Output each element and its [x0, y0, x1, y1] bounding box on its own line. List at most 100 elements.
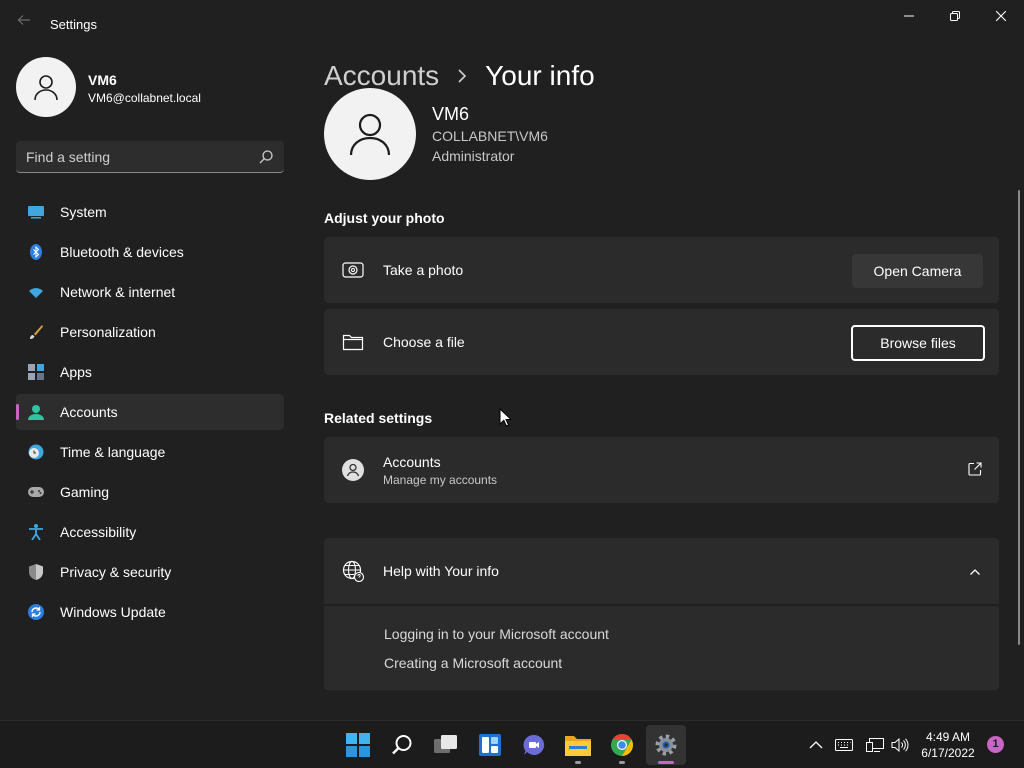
chevron-right-icon	[458, 69, 467, 83]
taskbar-clock[interactable]: 4:49 AM 6/17/2022	[916, 729, 980, 761]
browse-files-button[interactable]: Browse files	[851, 325, 985, 361]
brush-icon	[30, 325, 43, 339]
widgets-icon	[479, 734, 501, 756]
close-icon	[996, 11, 1006, 21]
choose-file-label: Choose a file	[383, 334, 465, 350]
minimize-button[interactable]	[886, 0, 932, 32]
related-accounts-link[interactable]: Accounts Manage my accounts	[324, 437, 999, 503]
volume-icon[interactable]	[890, 735, 910, 755]
update-icon	[28, 604, 44, 620]
mouse-cursor-icon	[499, 408, 511, 427]
sidebar-item-label: Bluetooth & devices	[60, 244, 184, 260]
user-domain: COLLABNET\VM6	[432, 128, 548, 144]
sidebar-item-label: Time & language	[60, 444, 166, 460]
sidebar-item-time-language[interactable]: Time & language	[16, 434, 284, 470]
sidebar-item-system[interactable]: System	[16, 194, 284, 230]
sidebar-item-bluetooth[interactable]: Bluetooth & devices	[16, 234, 284, 270]
close-button[interactable]	[978, 0, 1024, 32]
restore-icon	[950, 11, 960, 21]
sidebar-item-gaming[interactable]: Gaming	[16, 474, 284, 510]
person-circle-icon	[342, 459, 364, 481]
sidebar-item-label: Network & internet	[60, 284, 176, 300]
search-icon	[392, 735, 412, 755]
chrome-icon	[611, 734, 633, 756]
clock-date: 6/17/2022	[921, 746, 975, 760]
wifi-icon	[29, 288, 43, 298]
help-link[interactable]: Creating a Microsoft account	[384, 655, 562, 671]
sidebar-profile[interactable]: VM6 VM6@collabnet.local	[16, 57, 286, 117]
system-icon	[28, 206, 44, 219]
breadcrumb-parent[interactable]: Accounts	[324, 60, 439, 92]
start-button[interactable]	[338, 725, 378, 765]
open-camera-button[interactable]: Open Camera	[852, 254, 983, 288]
sidebar-item-network[interactable]: Network & internet	[16, 274, 284, 310]
file-explorer-button[interactable]	[558, 725, 598, 765]
sidebar-nav: System Bluetooth & devices Network & int…	[16, 194, 284, 634]
user-info-card: VM6 COLLABNET\VM6 Administrator	[324, 88, 824, 180]
search-box[interactable]	[16, 141, 284, 173]
restore-button[interactable]	[932, 0, 978, 32]
sidebar-item-label: Accessibility	[60, 524, 137, 540]
sidebar-item-windows-update[interactable]: Windows Update	[16, 594, 284, 630]
shield-icon	[29, 564, 43, 580]
help-expander-body: Logging in to your Microsoft account Cre…	[324, 606, 999, 690]
sidebar-item-accessibility[interactable]: Accessibility	[16, 514, 284, 550]
bluetooth-icon	[30, 244, 42, 260]
globe-help-icon	[342, 560, 364, 582]
file-explorer-icon	[565, 736, 591, 756]
related-accounts-sublabel: Manage my accounts	[383, 473, 498, 487]
minimize-icon	[904, 15, 914, 17]
back-arrow-icon[interactable]	[14, 13, 34, 33]
accounts-icon	[28, 405, 44, 420]
chevron-up-icon[interactable]	[969, 566, 981, 578]
settings-taskbar-button[interactable]	[646, 725, 686, 765]
app-title: Settings	[50, 17, 97, 32]
gamepad-icon	[28, 487, 44, 497]
search-input[interactable]	[26, 147, 246, 167]
sidebar-item-label: Gaming	[60, 484, 110, 500]
folder-icon	[342, 334, 364, 351]
widgets-button[interactable]	[470, 725, 510, 765]
page-title: Your info	[485, 60, 595, 91]
clock-globe-icon	[28, 444, 44, 460]
sidebar-item-label: Personalization	[60, 324, 156, 340]
chrome-button[interactable]	[602, 725, 642, 765]
help-title: Help with Your info	[383, 563, 499, 579]
notification-badge[interactable]: 1	[987, 736, 1004, 753]
clock-time: 4:49 AM	[925, 730, 971, 744]
adjust-photo-heading: Adjust your photo	[324, 210, 445, 226]
apps-icon	[28, 364, 44, 380]
sidebar-item-label: Apps	[60, 364, 92, 380]
task-view-button[interactable]	[426, 725, 466, 765]
related-settings-heading: Related settings	[324, 410, 433, 426]
search-icon[interactable]	[258, 149, 274, 165]
sidebar-item-label: System	[60, 204, 107, 220]
sidebar-item-privacy[interactable]: Privacy & security	[16, 554, 284, 590]
user-avatar-icon	[324, 88, 416, 180]
sidebar-item-label: Privacy & security	[60, 564, 172, 580]
help-expander-header[interactable]: Help with Your info	[324, 538, 999, 604]
keyboard-icon[interactable]	[834, 735, 854, 755]
external-link-icon	[968, 462, 982, 476]
profile-name: VM6	[88, 72, 117, 88]
teams-chat-icon	[523, 734, 545, 755]
windows-start-icon	[346, 733, 370, 757]
title-bar: Settings	[0, 0, 1024, 48]
choose-file-row: Choose a file Browse files	[324, 309, 999, 375]
taskbar: 4:49 AM 6/17/2022 1	[0, 720, 1024, 768]
sidebar-item-accounts[interactable]: Accounts	[16, 394, 284, 430]
sidebar-item-personalization[interactable]: Personalization	[16, 314, 284, 350]
help-link[interactable]: Logging in to your Microsoft account	[384, 626, 609, 642]
user-role: Administrator	[432, 148, 515, 164]
take-photo-row: Take a photo Open Camera	[324, 237, 999, 303]
taskbar-search-button[interactable]	[382, 725, 422, 765]
settings-gear-icon	[655, 734, 677, 756]
task-view-icon	[434, 735, 457, 753]
chevron-up-icon[interactable]	[806, 735, 826, 755]
scrollbar[interactable]	[1018, 190, 1020, 645]
sidebar-item-label: Accounts	[60, 404, 118, 420]
sidebar-item-apps[interactable]: Apps	[16, 354, 284, 390]
chat-button[interactable]	[514, 725, 554, 765]
user-avatar-icon	[16, 57, 76, 117]
network-icon[interactable]	[865, 735, 885, 755]
